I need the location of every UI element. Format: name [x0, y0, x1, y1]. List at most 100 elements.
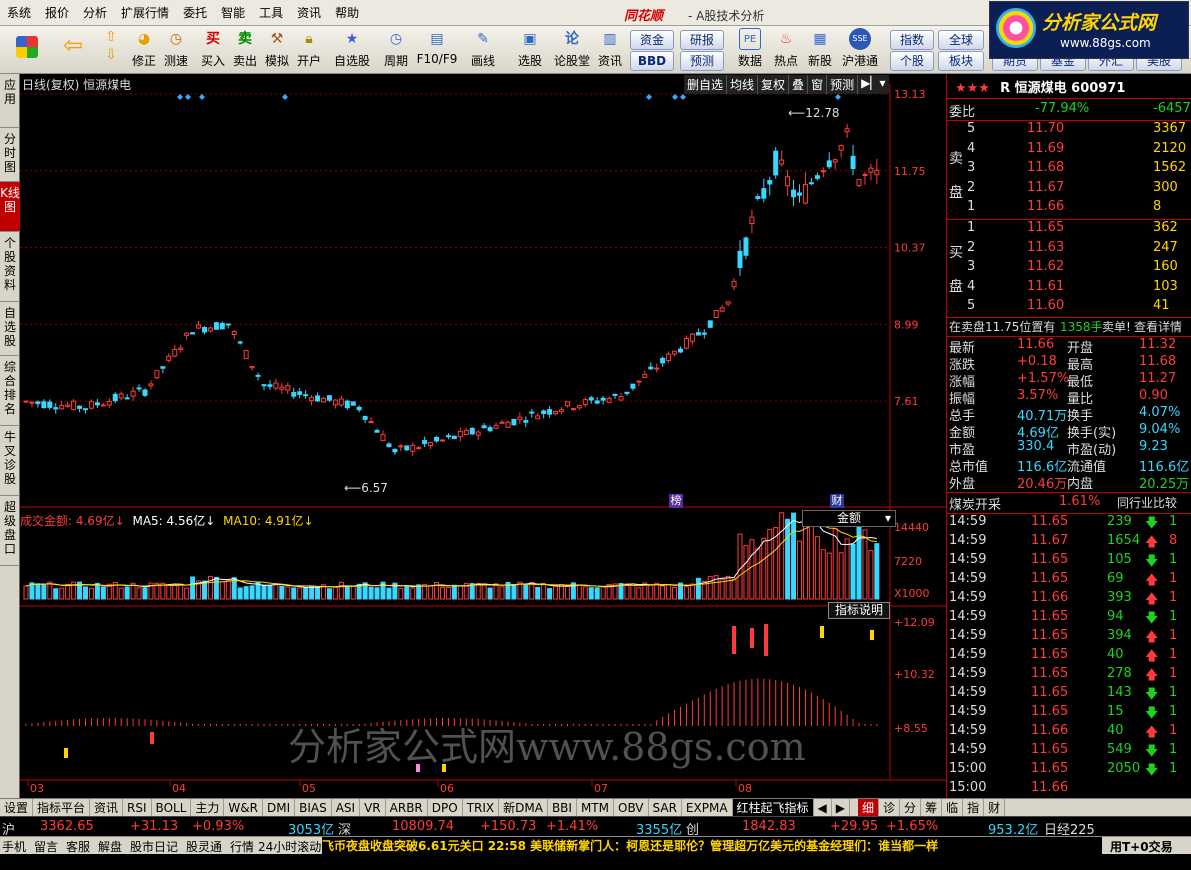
remove-watchlist-button[interactable]: 删自选 — [684, 75, 728, 94]
tab-chips[interactable]: 筹 — [921, 798, 943, 817]
f10-button[interactable]: ▤ F10/F9 — [416, 28, 458, 72]
menu-trade[interactable]: 委托 — [176, 4, 214, 21]
tab-stock-profile[interactable]: 个股资料 — [0, 232, 20, 302]
tab-sar[interactable]: SAR — [649, 798, 682, 817]
indicator-help-button[interactable]: 指标说明 — [828, 602, 890, 619]
up-down-button[interactable]: ⇧ ⇩ — [100, 28, 122, 72]
kline-chart[interactable]: 13.13 11.75 10.37 8.99 7.61 14440 7220 X1000 +12… — [20, 74, 946, 798]
tab-finance[interactable]: 财 — [984, 798, 1006, 817]
tab-new-dma[interactable]: 新DMA — [499, 798, 548, 817]
finance-tag-badge[interactable]: 财 — [830, 494, 844, 508]
layout-button[interactable] — [12, 28, 42, 72]
tab-main-force[interactable]: 主力 — [191, 798, 225, 817]
tab-bias[interactable]: BIAS — [295, 798, 332, 817]
tab-temp[interactable]: 临 — [942, 798, 964, 817]
t0-trade-link[interactable]: 用T+0交易 — [1110, 838, 1173, 855]
tab-bbi[interactable]: BBI — [548, 798, 577, 817]
tab-super-book[interactable]: 超级盘口 — [0, 496, 20, 566]
global-button[interactable]: 全球 — [938, 30, 984, 50]
tab-arbr[interactable]: ARBR — [386, 798, 428, 817]
bbd-button[interactable]: BBD — [630, 51, 674, 71]
tab-dpo[interactable]: DPO — [428, 798, 463, 817]
stock-picker-button[interactable]: ▣ 选股 — [510, 28, 550, 72]
status-diary[interactable]: 股市日记 — [130, 838, 178, 855]
tab-diagnose[interactable]: 诊 — [879, 798, 901, 817]
scroll-right-icon[interactable]: ▶ — [832, 798, 851, 817]
tab-obv[interactable]: OBV — [614, 798, 649, 817]
big-order-notice[interactable]: 在卖盘11.75位置有 1358手 卖单! 查看详情 — [947, 318, 1191, 336]
tab-vr[interactable]: VR — [360, 798, 386, 817]
scroll-left-icon[interactable]: ◀ — [814, 798, 832, 817]
tab-intraday[interactable]: 分时图 — [0, 128, 20, 182]
buy-button[interactable]: 买买入 — [198, 28, 228, 72]
menu-help[interactable]: 帮助 — [328, 4, 366, 21]
tab-asi[interactable]: ASI — [332, 798, 361, 817]
window-button[interactable]: 窗 — [808, 75, 828, 94]
tab-mtm[interactable]: MTM — [577, 798, 614, 817]
adjust-button[interactable]: 复权 — [758, 75, 790, 94]
status-mobile[interactable]: 手机 — [2, 838, 26, 855]
tab-kline[interactable]: K线图 — [0, 182, 20, 232]
list-tag-badge[interactable]: 榜 — [669, 494, 683, 508]
menu-tools[interactable]: 工具 — [252, 4, 290, 21]
tab-boll[interactable]: BOLL — [152, 798, 192, 817]
research-button[interactable]: 研报 — [680, 30, 724, 50]
chart-area[interactable]: 13.13 11.75 10.37 8.99 7.61 14440 7220 X1000 +12… — [20, 74, 946, 798]
tab-rsi[interactable]: RSI — [123, 798, 152, 817]
status-commentary[interactable]: 解盘 — [98, 838, 122, 855]
ma-button[interactable]: 均线 — [727, 75, 759, 94]
status-market[interactable]: 行情 — [230, 838, 254, 855]
tab-dmi[interactable]: DMI — [263, 798, 296, 817]
news-ticker[interactable]: 飞币夜盘收盘突破6.61元关口 22:58 美联储新掌门人：柯恩还是耶伦？管理超… — [322, 837, 1102, 855]
status-service[interactable]: 客服 — [66, 838, 90, 855]
tab-settings[interactable]: 设置 — [0, 798, 34, 817]
sector-button[interactable]: 板块 — [938, 51, 984, 71]
tab-red-bar-indicator[interactable]: 红柱起飞指标 — [732, 798, 814, 817]
volume-selector[interactable]: 金额 ▾ — [802, 510, 896, 527]
forecast-button[interactable]: 预测 — [680, 51, 724, 71]
sector-row[interactable]: 煤炭开采 1.61% 同行业比较 — [947, 494, 1191, 513]
hotspot-button[interactable]: ♨ 热点 — [770, 28, 802, 72]
tab-diagnosis[interactable]: 牛叉诊股 — [0, 426, 20, 496]
tab-news[interactable]: 资讯 — [90, 798, 124, 817]
menu-quote[interactable]: 报价 — [38, 4, 76, 21]
index-button[interactable]: 指数 — [890, 30, 934, 50]
status-guling[interactable]: 股灵通 — [186, 838, 222, 855]
status-message[interactable]: 留言 — [34, 838, 58, 855]
tab-watchlist[interactable]: 自选股 — [0, 302, 20, 356]
speedtest-button[interactable]: ◷ 测速 — [160, 28, 192, 72]
tab-apps[interactable]: 应用 — [0, 74, 20, 128]
fix-button[interactable]: ◕ 修正 — [128, 28, 160, 72]
tab-index[interactable]: 指 — [963, 798, 985, 817]
sh-index-value[interactable]: 3362.65 — [40, 819, 94, 834]
ipo-button[interactable]: ▦ 新股 — [804, 28, 836, 72]
open-account-button[interactable]: 🔒︎ 开户 — [294, 28, 324, 72]
menu-news[interactable]: 资讯 — [290, 4, 328, 21]
menu-system[interactable]: 系统 — [0, 4, 38, 21]
tab-detail[interactable]: 细 — [858, 798, 880, 817]
menu-analysis[interactable]: 分析 — [76, 4, 114, 21]
back-button[interactable]: ⇦ — [56, 28, 90, 72]
tab-wr[interactable]: W&R — [224, 798, 263, 817]
tab-indicator-platform[interactable]: 指标平台 — [33, 798, 91, 817]
tab-ranking[interactable]: 综合排名 — [0, 356, 20, 426]
tab-expma[interactable]: EXPMA — [682, 798, 733, 817]
data-button[interactable]: PE 数据 — [734, 28, 766, 72]
stock-button[interactable]: 个股 — [890, 51, 934, 71]
period-button[interactable]: ◷ 周期 — [376, 28, 416, 72]
news-button[interactable]: ▥ 资讯 — [594, 28, 626, 72]
status-24h[interactable]: 24小时滚动 — [258, 838, 321, 855]
menu-smart[interactable]: 智能 — [214, 4, 252, 21]
sz-index-value[interactable]: 10809.74 — [392, 819, 454, 834]
watchlist-button[interactable]: ★ 自选股 — [330, 28, 374, 72]
cy-index-value[interactable]: 1842.83 — [742, 819, 796, 834]
draw-line-button[interactable]: ✎ 画线 — [464, 28, 502, 72]
tab-minute[interactable]: 分 — [900, 798, 922, 817]
menu-extended[interactable]: 扩展行情 — [114, 4, 176, 21]
simulate-button[interactable]: ⚒ 模拟 — [262, 28, 292, 72]
forum-button[interactable]: 论论股堂 — [552, 28, 592, 72]
hk-connect-button[interactable]: SSE 沪港通 — [838, 28, 882, 72]
tab-trix[interactable]: TRIX — [463, 798, 500, 817]
fund-flow-button[interactable]: 资金 — [630, 30, 674, 50]
forecast-chart-button[interactable]: 预测 — [827, 75, 859, 94]
